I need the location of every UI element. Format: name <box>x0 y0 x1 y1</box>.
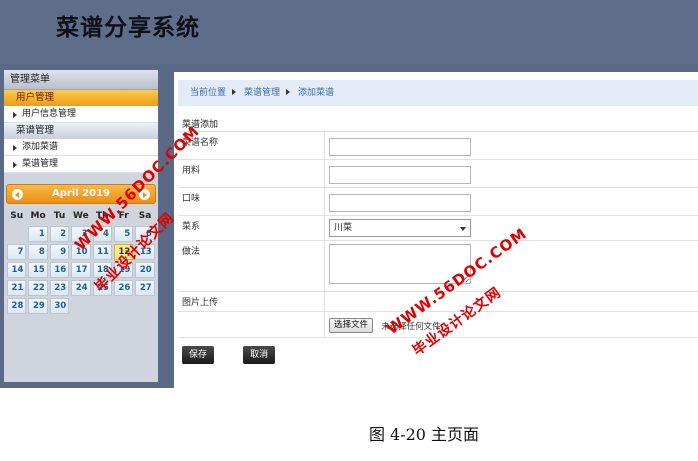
calendar-day[interactable]: 2 <box>49 226 70 242</box>
calendar-day[interactable]: 27 <box>135 280 155 296</box>
calendar-day[interactable]: 16 <box>49 262 70 278</box>
image-label: 图片上传 <box>178 292 325 311</box>
form-row-category: 菜系 川菜 <box>178 216 698 241</box>
calendar-empty-cell <box>7 226 26 242</box>
form-title: 菜谱添加 <box>178 118 698 132</box>
sidebar: 管理菜单 用户管理 用户信息管理 菜谱管理 添加菜谱 菜谱管理 April 20… <box>4 70 158 382</box>
form-row-ingredients: 用料 <box>178 160 698 188</box>
category-select[interactable]: 川菜 <box>329 219 471 237</box>
arrow-right-icon <box>13 112 17 118</box>
cancel-button[interactable]: 取消 <box>243 346 276 364</box>
category-selected-value: 川菜 <box>334 223 353 233</box>
calendar-day[interactable]: 29 <box>28 298 48 314</box>
calendar-weekdays: Su Mo Tu We Th Fr Sa <box>6 207 156 225</box>
app-header: 菜谱分享系统 <box>0 0 698 64</box>
recipe-name-input[interactable] <box>329 138 471 156</box>
calendar-day[interactable]: 21 <box>7 280 27 296</box>
sidebar-item-add-recipe[interactable]: 添加菜谱 <box>4 139 158 156</box>
form-row-name: 菜谱名称 <box>178 132 698 160</box>
calendar-day[interactable]: 17 <box>71 262 91 278</box>
arrow-right-icon <box>13 145 17 151</box>
form-row-flavor: 口味 <box>178 188 698 216</box>
calendar-month-label: April 2019 <box>52 188 110 199</box>
prev-month-icon[interactable] <box>12 189 23 200</box>
breadcrumb-item[interactable]: 菜谱管理 <box>244 88 280 98</box>
calendar-weekday: Su <box>10 211 24 221</box>
arrow-right-icon <box>13 162 17 168</box>
calendar-weekday: Mo <box>30 211 46 221</box>
flavor-input[interactable] <box>329 194 471 212</box>
breadcrumb: 当前位置 菜谱管理 添加菜谱 <box>178 80 698 106</box>
breadcrumb-arrow-icon <box>286 89 291 95</box>
calendar-day[interactable]: 1 <box>28 226 48 242</box>
sidebar-item-label: 菜谱管理 <box>22 159 59 169</box>
sidebar-group-recipe[interactable]: 菜谱管理 <box>4 123 158 139</box>
calendar-day[interactable]: 22 <box>28 280 48 296</box>
chevron-down-icon <box>460 227 466 231</box>
calendar-day[interactable]: 7 <box>7 244 27 260</box>
sidebar-item-label: 添加菜谱 <box>22 142 59 152</box>
calendar-day[interactable]: 8 <box>28 244 48 260</box>
calendar-day[interactable]: 23 <box>49 280 70 296</box>
breadcrumb-item[interactable]: 当前位置 <box>190 88 226 98</box>
sidebar-item-user-info[interactable]: 用户信息管理 <box>4 106 158 123</box>
calendar-day[interactable]: 11 <box>92 244 112 260</box>
calendar-day[interactable]: 15 <box>28 262 48 278</box>
breadcrumb-item[interactable]: 添加菜谱 <box>298 88 334 98</box>
sidebar-item-recipe-manage[interactable]: 菜谱管理 <box>4 156 158 173</box>
calendar-day[interactable]: 24 <box>71 280 91 296</box>
figure-caption: 图 4-20 主页面 <box>368 425 480 444</box>
sidebar-title: 管理菜单 <box>4 70 158 90</box>
sidebar-item-label: 用户信息管理 <box>22 109 77 119</box>
breadcrumb-arrow-icon <box>232 89 237 95</box>
file-label-empty <box>178 312 325 337</box>
method-label: 做法 <box>178 241 325 291</box>
sidebar-group-user[interactable]: 用户管理 <box>4 90 158 106</box>
app-title: 菜谱分享系统 <box>56 15 200 41</box>
save-button[interactable]: 保存 <box>182 346 214 364</box>
flavor-label: 口味 <box>178 188 325 215</box>
ingredients-input[interactable] <box>329 166 471 184</box>
screenshot: 菜谱分享系统 管理菜单 用户管理 用户信息管理 菜谱管理 添加菜谱 菜谱管理 A… <box>0 0 698 461</box>
calendar-day[interactable]: 20 <box>135 262 155 278</box>
ingredients-label: 用料 <box>178 160 325 187</box>
choose-file-button[interactable]: 选择文件 <box>329 318 374 333</box>
calendar-day[interactable]: 14 <box>7 262 27 278</box>
calendar-day[interactable]: 30 <box>49 298 70 314</box>
category-label: 菜系 <box>178 216 325 240</box>
calendar-day[interactable]: 9 <box>49 244 70 260</box>
calendar-weekday: Tu <box>53 211 66 221</box>
calendar-day[interactable]: 28 <box>7 298 27 314</box>
